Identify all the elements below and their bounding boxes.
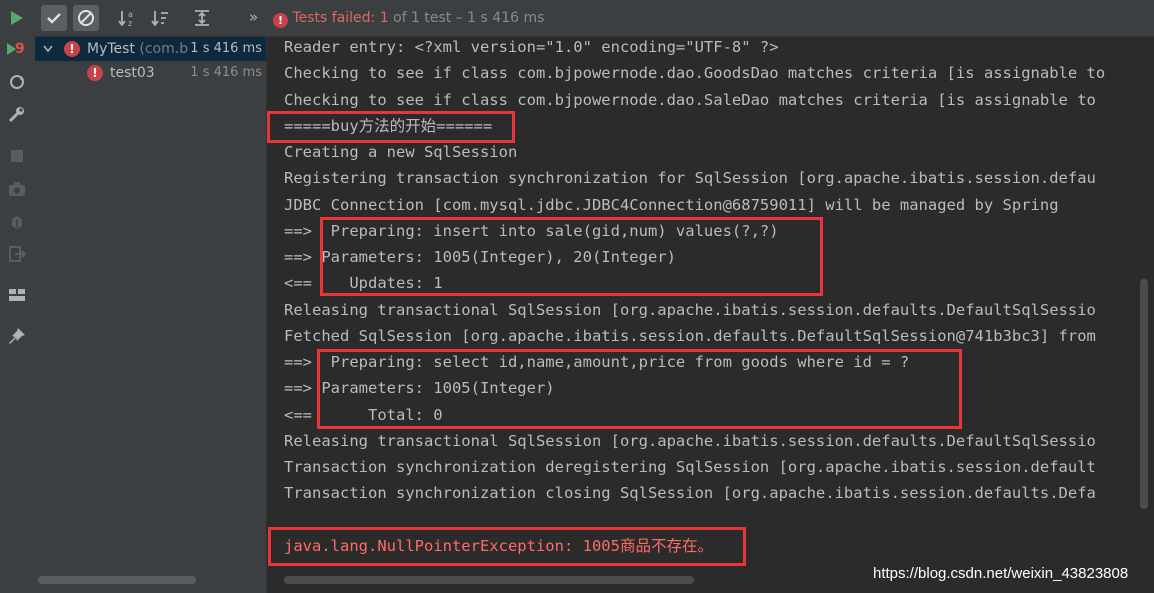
tool-window-strip: 9 <box>0 0 36 593</box>
log-line: Transaction synchronization deregisterin… <box>284 458 1096 476</box>
expand-all-icon[interactable] <box>189 5 215 31</box>
show-passed-check-icon[interactable] <box>41 5 67 31</box>
svg-text:z: z <box>128 19 132 27</box>
test-status-summary: ! Tests failed: 1 of 1 test – 1 s 416 ms <box>273 0 544 36</box>
test-duration: 1 s 416 ms <box>190 41 262 56</box>
tree-horizontal-scrollbar[interactable] <box>38 576 196 584</box>
test-class-label: MyTest <box>87 41 135 57</box>
tests-failed-label: Tests failed: 1 <box>292 10 389 26</box>
camera-icon[interactable] <box>7 179 27 199</box>
layout-icon[interactable] <box>7 285 27 305</box>
show-ignored-icon[interactable] <box>73 5 99 31</box>
settings-wrench-icon[interactable] <box>7 105 27 125</box>
stop-icon[interactable] <box>7 146 27 166</box>
highlight-box-exception <box>268 527 746 566</box>
error-icon: ! <box>64 41 80 57</box>
console-vertical-scrollbar[interactable] <box>1140 279 1148 509</box>
failed-count-badge: 9 <box>15 41 25 57</box>
log-line: Transaction synchronization closing SqlS… <box>284 484 1096 502</box>
log-line: Registering transaction synchronization … <box>284 169 1096 187</box>
svg-text:a: a <box>128 10 133 19</box>
log-line: Checking to see if class com.bjpowernode… <box>284 91 1096 109</box>
error-icon: ! <box>273 13 288 28</box>
test-class-name: MyTest (com.b <box>87 37 189 61</box>
more-actions-chevron[interactable]: » <box>249 8 258 26</box>
watermark-url: https://blog.csdn.net/weixin_43823808 <box>873 565 1129 582</box>
test-summary-label: of 1 test – 1 s 416 ms <box>388 10 545 26</box>
test-runner-toolbar: az » <box>35 0 1154 37</box>
log-line: Fetched SqlSession [org.apache.ibatis.se… <box>284 327 1096 345</box>
log-line: Checking to see if class com.bjpowernode… <box>284 64 1106 82</box>
sort-by-duration-icon[interactable] <box>147 5 173 31</box>
pin-icon[interactable] <box>7 326 27 346</box>
debug-icon[interactable] <box>7 212 27 232</box>
rerun-failed-icon[interactable]: 9 <box>7 40 27 60</box>
run-icon[interactable] <box>7 8 27 28</box>
log-line: Releasing transactional SqlSession [org.… <box>284 301 1096 319</box>
test-method-label: test03 <box>110 65 155 81</box>
test-results-tree: ! MyTest (com.b 1 s 416 ms ! test03 1 s … <box>35 37 267 593</box>
tree-item-test03[interactable]: ! test03 1 s 416 ms <box>35 61 266 85</box>
tree-item-mytest[interactable]: ! MyTest (com.b 1 s 416 ms <box>35 37 266 61</box>
highlight-box-insert-sql <box>320 217 823 296</box>
test-duration: 1 s 416 ms <box>190 65 262 80</box>
log-line: Reader entry: <?xml version="1.0" encodi… <box>284 38 779 56</box>
sort-alphabetically-icon[interactable]: az <box>114 5 140 31</box>
highlight-box-buy-start <box>267 111 515 143</box>
highlight-box-select-sql <box>317 349 962 429</box>
error-icon: ! <box>87 65 103 81</box>
exit-icon[interactable] <box>7 244 27 264</box>
console-horizontal-scrollbar[interactable] <box>284 576 694 584</box>
log-line: Creating a new SqlSession <box>284 143 518 161</box>
toggle-auto-test-icon[interactable] <box>7 72 27 92</box>
log-line: JDBC Connection [com.mysql.jdbc.JDBC4Con… <box>284 196 1059 214</box>
test-class-package: (com.b <box>134 41 189 57</box>
log-line: Releasing transactional SqlSession [org.… <box>284 432 1096 450</box>
